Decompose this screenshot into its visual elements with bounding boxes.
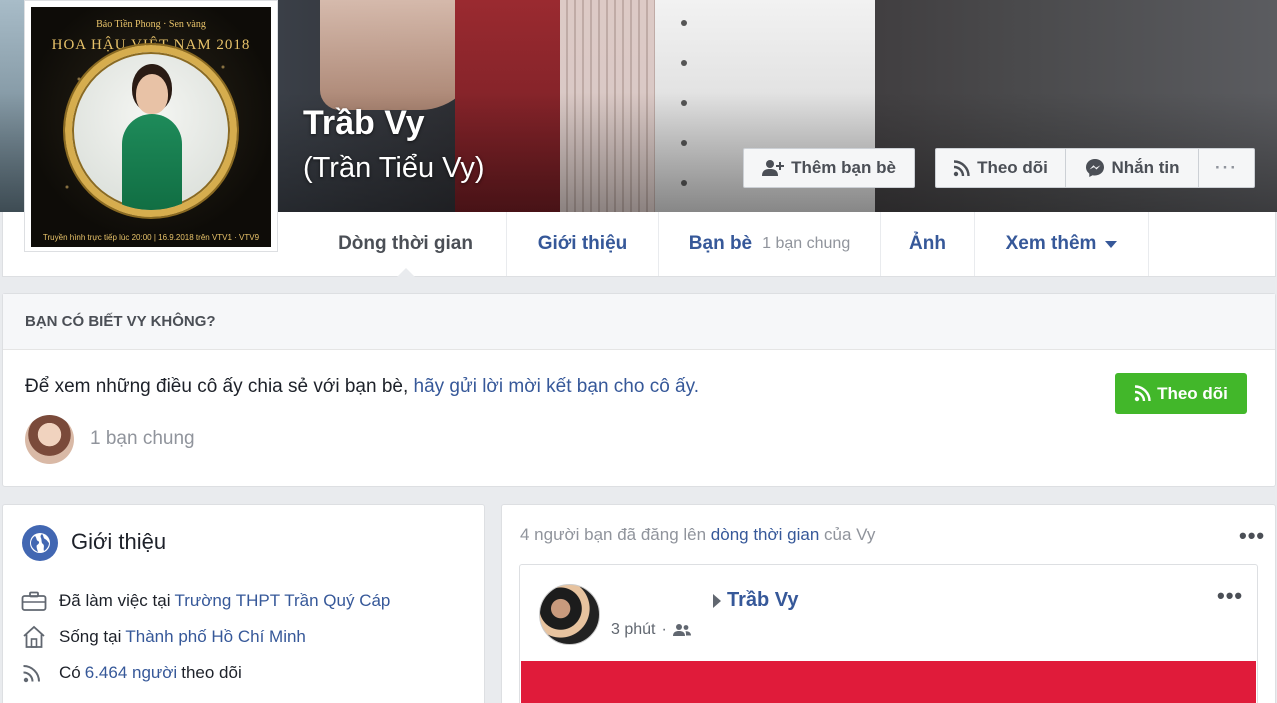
location-prefix: Sống tại xyxy=(59,627,122,646)
avatar-portrait xyxy=(65,45,237,217)
tab-friends[interactable]: Bạn bè 1 bạn chung xyxy=(659,212,881,276)
workplace-link[interactable]: Trường THPT Trần Quý Cáp xyxy=(174,591,390,611)
friend-request-prompt-card: BẠN CÓ BIẾT VY KHÔNG? Để xem những điều … xyxy=(2,293,1276,487)
tab-friends-label: Bạn bè xyxy=(688,233,753,254)
profile-name[interactable]: Trầb Vy xyxy=(303,104,425,143)
intro-location-row: Sống tại Thành phố Hồ Chí Minh xyxy=(21,624,310,650)
tab-more-label: Xem thêm xyxy=(1005,233,1097,254)
location-link[interactable]: Thành phố Hồ Chí Minh xyxy=(125,627,306,647)
mutual-friend-avatar[interactable] xyxy=(25,415,74,464)
avatar-caption-text: Truyền hình trực tiếp lúc 20:00 | 16.9.2… xyxy=(42,233,260,242)
tab-about-label: Giới thiệu xyxy=(537,233,628,254)
profile-alternate-name: (Trần Tiểu Vy) xyxy=(303,152,485,184)
message-button[interactable]: Nhắn tin xyxy=(1065,148,1199,188)
work-prefix: Đã làm việc tại xyxy=(59,591,171,610)
prompt-text: Để xem những điều cô ấy chia sẻ với bạn … xyxy=(25,376,699,398)
caret-right-icon xyxy=(713,593,721,608)
messenger-icon xyxy=(1085,159,1104,177)
post-author: Trầb Vy xyxy=(713,589,799,612)
prompt-text-body: Để xem những điều cô ấy chia sẻ với bạn … xyxy=(25,376,414,397)
post-meta-separator: · xyxy=(661,621,667,638)
mutual-friends-text[interactable]: 1 bạn chung xyxy=(90,428,195,450)
briefcase-icon xyxy=(21,591,47,611)
tab-timeline-label: Dòng thời gian xyxy=(338,233,473,254)
mutual-friends-count: 1 bạn chung xyxy=(762,235,851,252)
followers-prefix: Có xyxy=(59,663,81,682)
rss-icon xyxy=(1134,385,1151,402)
profile-picture[interactable]: Báo Tiền Phong · Sen vàng HOA HẬU VIỆT N… xyxy=(24,0,278,252)
friend-posts-heading-suffix: của Vy xyxy=(819,525,876,544)
card-heading: BẠN CÓ BIẾT VY KHÔNG? xyxy=(3,294,1275,350)
tab-timeline[interactable]: Dòng thời gian xyxy=(305,212,507,277)
rss-icon xyxy=(953,159,970,176)
intro-title: Giới thiệu xyxy=(71,529,167,554)
post-more-options-icon[interactable]: ••• xyxy=(1217,585,1243,607)
follow-button[interactable]: Theo dõi xyxy=(935,148,1066,188)
friend-posts-heading-prefix: 4 người bạn đã đăng lên xyxy=(520,525,711,544)
intro-card: Giới thiệu Đã làm việc tại Trường THPT T… xyxy=(2,504,485,703)
follow-label: Theo dõi xyxy=(977,158,1048,177)
followers-suffix: theo dõi xyxy=(181,663,242,682)
timeline-link[interactable]: dòng thời gian xyxy=(711,525,820,544)
avatar-sponsor-text: Báo Tiền Phong · Sen vàng xyxy=(96,19,206,30)
home-icon xyxy=(23,625,45,648)
post-meta: 3 phút · xyxy=(611,621,691,639)
globe-icon xyxy=(22,525,58,561)
intro-work-row: Đã làm việc tại Trường THPT Trần Quý Cáp xyxy=(21,588,394,614)
post-image[interactable] xyxy=(521,661,1256,703)
message-label: Nhắn tin xyxy=(1111,158,1180,177)
tab-photos-label: Ảnh xyxy=(909,233,946,254)
tab-photos[interactable]: Ảnh xyxy=(881,212,975,276)
tab-more[interactable]: Xem thêm xyxy=(975,212,1149,276)
more-dots-icon: ··· xyxy=(1215,158,1238,177)
friend-posts-heading: 4 người bạn đã đăng lên dòng thời gian c… xyxy=(520,525,875,545)
friends-audience-icon[interactable] xyxy=(672,623,691,637)
intro-followers-row: Có 6.464 người theo dõi xyxy=(21,660,242,686)
send-friend-request-link[interactable]: hãy gửi lời mời kết bạn cho cô ấy. xyxy=(414,376,699,397)
rss-icon xyxy=(23,665,40,683)
chevron-down-icon xyxy=(1105,240,1118,248)
follow-button-green[interactable]: Theo dõi xyxy=(1115,373,1247,414)
tab-about[interactable]: Giới thiệu xyxy=(507,212,659,276)
profile-picture-image: Báo Tiền Phong · Sen vàng HOA HẬU VIỆT N… xyxy=(31,7,271,247)
add-friend-icon xyxy=(762,160,785,176)
follow-button-label: Theo dõi xyxy=(1157,383,1228,403)
add-friend-button[interactable]: Thêm bạn bè xyxy=(743,148,915,188)
post: Trầb Vy 3 phút · ••• xyxy=(519,564,1258,703)
followers-link[interactable]: 6.464 người xyxy=(85,663,177,683)
more-options-icon[interactable]: ••• xyxy=(1239,525,1265,547)
more-options-button[interactable]: ··· xyxy=(1198,148,1255,188)
post-author-avatar[interactable] xyxy=(539,584,600,645)
add-friend-label: Thêm bạn bè xyxy=(791,158,896,177)
post-timestamp[interactable]: 3 phút xyxy=(611,621,655,639)
post-author-name[interactable]: Trầb Vy xyxy=(727,589,799,612)
